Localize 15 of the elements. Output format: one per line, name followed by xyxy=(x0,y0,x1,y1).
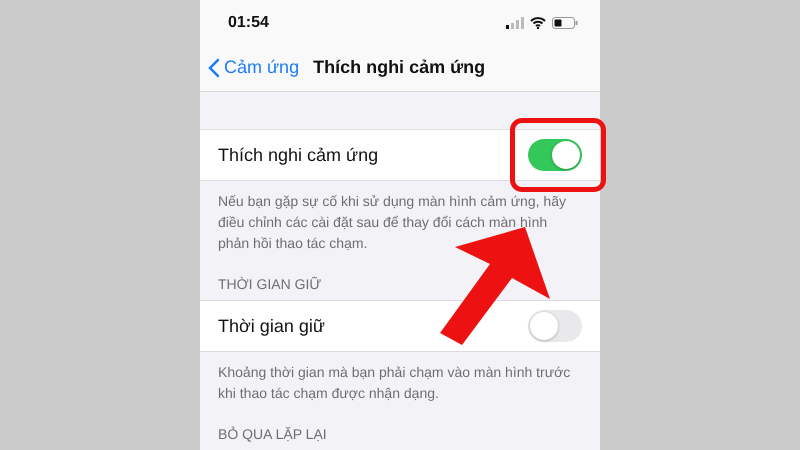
battery-icon xyxy=(552,16,578,29)
back-button[interactable]: Cảm ứng xyxy=(208,57,300,78)
row-label: Thời gian giữ xyxy=(218,316,325,337)
toggle-switch[interactable] xyxy=(528,139,582,172)
chevron-left-icon xyxy=(208,58,220,78)
section-footnote: Nếu bạn gặp sự cố khi sử dụng màn hình cảm ứng, hãy điều chỉnh các cài đặt sau để thay đổi cách màn hình phản hồi thao tác chạm. xyxy=(217,192,567,254)
page-title: Thích nghi cảm ứng xyxy=(313,57,486,78)
wifi-icon xyxy=(530,16,546,29)
toggle-switch[interactable] xyxy=(528,310,582,342)
signal-icon xyxy=(506,16,524,29)
section-header: THỜI GIAN GIỮ xyxy=(217,276,322,294)
section-header: BỎ QUA LẶP LẠI xyxy=(217,426,328,444)
status-time: 01:54 xyxy=(228,14,269,32)
row-label: Thích nghi cảm ứng xyxy=(218,144,378,166)
section-footnote: Khoảng thời gian mà bạn phải chạm vào màn hình trước khi thao tác chạm được nhận dạng. xyxy=(217,363,572,404)
